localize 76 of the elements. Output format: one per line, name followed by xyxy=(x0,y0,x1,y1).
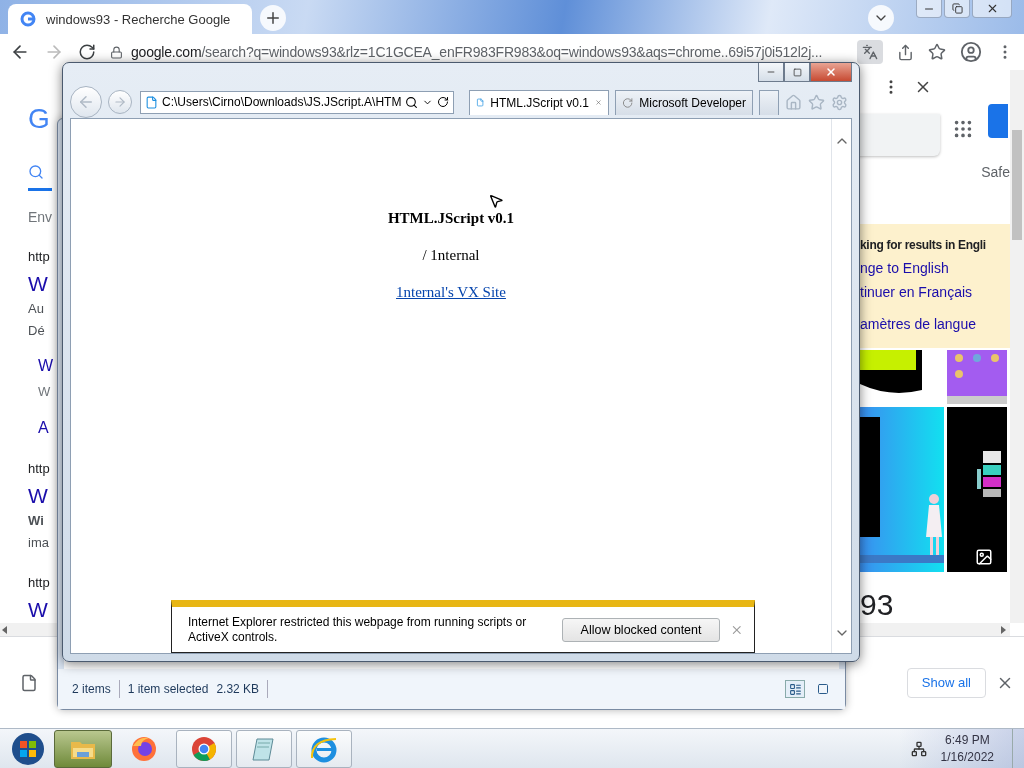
cursor-icon xyxy=(488,193,504,209)
result-text: http xyxy=(28,460,51,478)
close-icon xyxy=(825,66,837,78)
safesearch-label[interactable]: Safe xyxy=(981,164,1010,180)
close-button[interactable] xyxy=(972,0,1012,18)
result-text[interactable]: W xyxy=(28,483,58,509)
tab-search-button[interactable] xyxy=(868,5,894,31)
result-text[interactable]: W xyxy=(28,355,58,377)
page-icon xyxy=(145,95,158,109)
taskbar-button[interactable] xyxy=(296,729,352,768)
new-tab-button[interactable] xyxy=(759,89,779,115)
show-all-button[interactable]: Show all xyxy=(906,667,986,698)
result-text: Env xyxy=(28,208,54,227)
result-text: ima xyxy=(28,534,50,552)
language-link[interactable]: tinuer en Français xyxy=(860,284,973,300)
browser-tab[interactable]: windows93 - Recherche Google xyxy=(8,4,252,34)
result-text: 93 xyxy=(860,588,895,622)
forward-icon xyxy=(113,95,127,109)
back-icon xyxy=(77,93,95,111)
site-icon xyxy=(20,11,36,27)
status-text: 2.32 KB xyxy=(216,682,260,696)
plus-icon xyxy=(264,9,282,27)
translate-icon[interactable] xyxy=(857,40,883,64)
scroll-left-icon[interactable] xyxy=(2,625,7,634)
square-icon xyxy=(817,683,829,695)
close-button[interactable] xyxy=(810,63,852,82)
apps-icon[interactable] xyxy=(952,118,974,140)
restore-icon xyxy=(951,3,963,14)
browser-tab[interactable]: Microsoft Developer xyxy=(615,89,753,115)
taskbar-button[interactable] xyxy=(54,729,112,768)
network-icon[interactable] xyxy=(910,740,927,757)
image-icon xyxy=(975,548,993,566)
result-text[interactable]: W xyxy=(28,597,58,623)
taskbar-button[interactable] xyxy=(176,729,232,768)
result-text: Wi xyxy=(28,512,45,530)
minimize-button[interactable] xyxy=(758,63,784,82)
result-text[interactable]: A xyxy=(28,417,58,439)
profile-icon[interactable] xyxy=(960,41,982,63)
address-field[interactable]: google.com/search?q=windows93&rlz=1C1GCEA_enFR983FR983&oq=windows93&aqs=chrome..69i57j0i512l2j... xyxy=(110,38,843,66)
result-text[interactable]: W xyxy=(28,271,58,297)
details-view-button[interactable] xyxy=(785,680,805,698)
result-text: http xyxy=(28,574,51,592)
file-icon xyxy=(20,673,38,692)
list-icon xyxy=(788,682,802,696)
status-text: 1 item selected xyxy=(127,682,209,696)
loading-icon xyxy=(622,96,634,109)
reload-icon[interactable] xyxy=(78,43,96,61)
author-text: / 1nternal xyxy=(422,247,480,264)
result-text: Dé xyxy=(28,322,46,340)
refresh-icon[interactable] xyxy=(437,96,449,108)
browser-tab[interactable]: HTML.JScript v0.1 xyxy=(469,89,609,115)
notification-message: Internet Explorer restricted this webpage from running scripts or ActiveX controls. xyxy=(188,614,528,645)
result-text: Au xyxy=(28,300,45,318)
minimize-button[interactable] xyxy=(916,0,942,18)
language-link[interactable]: amètres de langue xyxy=(860,316,976,332)
result-text: G xyxy=(28,104,51,134)
new-tab-button[interactable] xyxy=(260,5,286,31)
scrollbar[interactable] xyxy=(1010,70,1024,623)
result-text: W xyxy=(37,383,52,401)
maximize-button[interactable] xyxy=(784,63,810,82)
site-link[interactable]: 1nternal's VX Site xyxy=(396,284,506,301)
notice-heading: king for results in Engli xyxy=(860,238,986,252)
status-text: 2 items xyxy=(72,682,111,696)
search-icon[interactable] xyxy=(405,95,418,109)
lock-icon xyxy=(110,45,123,59)
bookmark-icon[interactable] xyxy=(928,43,946,61)
address-field[interactable]: C:\Users\Cirno\Downloads\JS.JScript.A\HTM xyxy=(140,90,454,114)
share-icon[interactable] xyxy=(897,43,914,61)
result-text: http xyxy=(28,248,51,266)
scroll-right-icon[interactable] xyxy=(1001,625,1006,634)
restore-button[interactable] xyxy=(944,0,970,18)
page-icon xyxy=(476,96,485,109)
allow-content-button[interactable]: Allow blocked content xyxy=(561,617,721,642)
page-heading: HTML.JScript v0.1 xyxy=(387,210,515,227)
maximize-icon xyxy=(792,67,802,77)
language-link[interactable]: nge to English xyxy=(860,260,949,276)
